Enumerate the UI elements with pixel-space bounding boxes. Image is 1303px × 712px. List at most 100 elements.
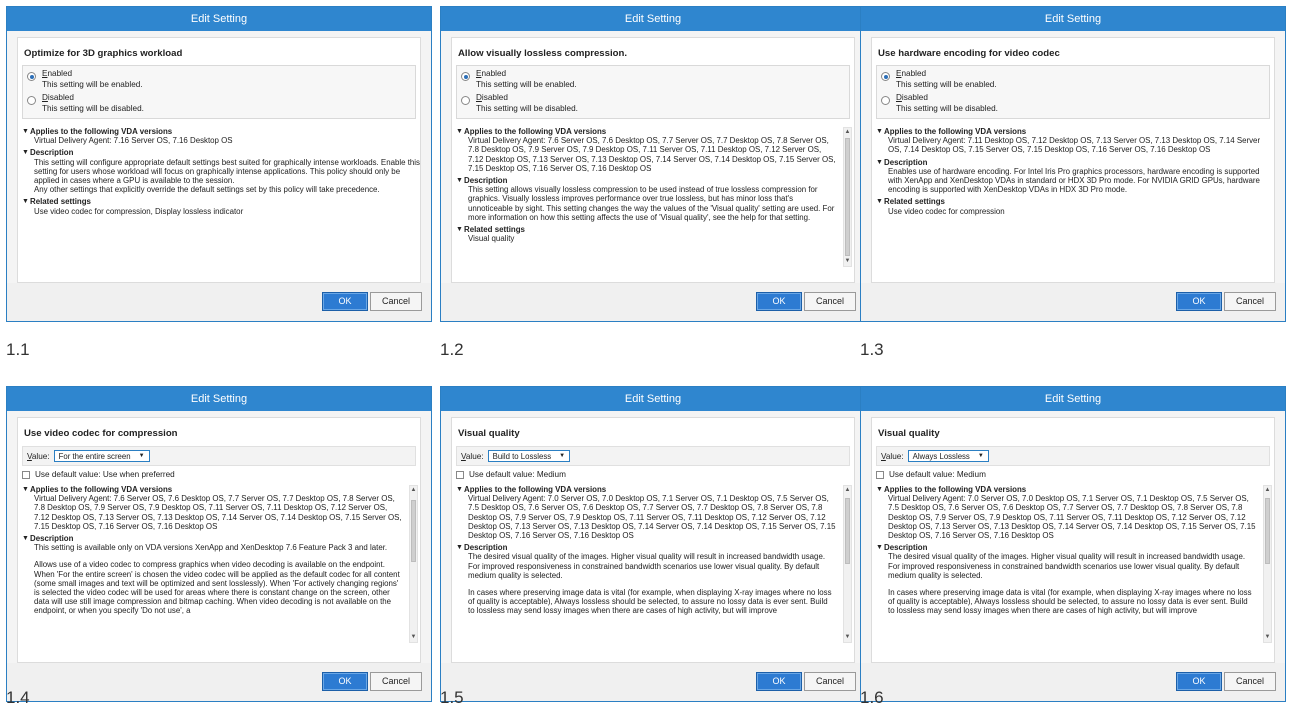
- applies-heading: Applies to the following VDA versions: [30, 127, 173, 136]
- applies-section-toggle[interactable]: ▼ Applies to the following VDA versions: [22, 485, 402, 494]
- enabled-option[interactable]: Enabled This setting will be enabled.: [23, 69, 415, 90]
- scrollbar-thumb[interactable]: [845, 498, 850, 564]
- enabled-label: Enabled: [476, 69, 507, 78]
- value-dropdown[interactable]: Always Lossless ▼: [907, 450, 989, 462]
- radio-unselected-icon[interactable]: [461, 96, 470, 105]
- info-sections: ▼ Applies to the following VDA versions Vi…: [876, 485, 1256, 616]
- collapse-arrow-icon: ▼: [876, 158, 883, 166]
- disabled-option[interactable]: Disabled This setting will be disabled.: [23, 93, 415, 114]
- figure-caption: 1.6: [860, 688, 884, 707]
- vertical-scrollbar[interactable]: ▲ ▼: [843, 127, 852, 267]
- description-section-toggle[interactable]: ▼ Description: [456, 176, 836, 185]
- value-dropdown-text: Always Lossless: [912, 451, 970, 461]
- use-default-row[interactable]: Use default value: Medium: [456, 470, 850, 479]
- cancel-button[interactable]: Cancel: [370, 672, 422, 691]
- scroll-up-arrow-icon[interactable]: ▲: [410, 486, 417, 495]
- scrollbar-thumb[interactable]: [845, 138, 850, 256]
- vertical-scrollbar[interactable]: ▲ ▼: [843, 485, 852, 643]
- description-section-toggle[interactable]: ▼ Description: [876, 158, 1274, 167]
- description-text: This setting will configure appropriate …: [34, 157, 420, 186]
- description-section-toggle[interactable]: ▼ Description: [456, 543, 836, 552]
- applies-heading: Applies to the following VDA versions: [464, 485, 607, 494]
- related-heading: Related settings: [30, 197, 91, 207]
- default-value-checkbox[interactable]: [22, 470, 30, 479]
- enabled-option[interactable]: Enabled This setting will be enabled.: [877, 69, 1269, 90]
- radio-unselected-icon[interactable]: [27, 96, 36, 105]
- setting-title: Visual quality: [458, 428, 520, 439]
- scroll-down-arrow-icon[interactable]: ▼: [410, 633, 417, 642]
- value-label: Value:: [881, 451, 904, 461]
- applies-section-toggle[interactable]: ▼ Applies to the following VDA versions: [456, 127, 836, 136]
- scroll-down-arrow-icon[interactable]: ▼: [844, 257, 851, 266]
- related-text: Visual quality: [468, 234, 515, 244]
- radio-selected-icon[interactable]: [27, 72, 36, 81]
- disabled-description: This setting will be disabled.: [42, 103, 144, 113]
- enabled-label: Enabled: [42, 69, 73, 78]
- cancel-button[interactable]: Cancel: [804, 292, 856, 311]
- applies-section-toggle[interactable]: ▼ Applies to the following VDA versions: [876, 485, 1256, 494]
- dialog-footer: OK Cancel: [7, 283, 431, 321]
- radio-unselected-icon[interactable]: [881, 96, 890, 105]
- use-default-row[interactable]: Use default value: Medium: [876, 470, 1270, 479]
- applies-section-toggle[interactable]: ▼ Applies to the following VDA versions: [876, 127, 1274, 136]
- radio-selected-icon[interactable]: [881, 72, 890, 81]
- default-value-checkbox[interactable]: [456, 470, 464, 479]
- default-value-checkbox[interactable]: [876, 470, 884, 479]
- figure-caption: 1.5: [440, 688, 464, 707]
- related-section-toggle[interactable]: ▼ Related settings: [876, 197, 1274, 206]
- applies-text: Virtual Delivery Agent: 7.6 Server OS, 7…: [468, 136, 836, 173]
- info-sections: ▼ Applies to the following VDA versions Vi…: [456, 485, 836, 616]
- info-scroll-area[interactable]: ▼ Applies to the following VDA versions Vi…: [452, 479, 854, 645]
- info-scroll-area[interactable]: ▼ Applies to the following VDA versions Vi…: [872, 479, 1274, 645]
- figure-caption: 1.1: [6, 340, 30, 359]
- collapse-arrow-icon: ▼: [456, 486, 463, 493]
- scroll-up-arrow-icon[interactable]: ▲: [1264, 486, 1271, 495]
- scrollbar-thumb[interactable]: [1265, 498, 1270, 564]
- related-section-toggle[interactable]: ▼ Related settings: [456, 225, 836, 234]
- disabled-option[interactable]: Disabled This setting will be disabled.: [457, 93, 849, 114]
- use-default-row[interactable]: Use default value: Use when preferred: [22, 470, 416, 479]
- description-text: The desired visual quality of the images…: [888, 552, 1246, 580]
- value-dropdown[interactable]: For the entire screen ▼: [53, 450, 150, 462]
- related-section-toggle[interactable]: ▼ Related settings: [22, 197, 420, 206]
- enabled-option[interactable]: Enabled This setting will be enabled.: [457, 69, 849, 90]
- scroll-down-arrow-icon[interactable]: ▼: [844, 633, 851, 642]
- scrollbar-thumb[interactable]: [411, 500, 416, 562]
- applies-section-toggle[interactable]: ▼ Applies to the following VDA versions: [22, 127, 420, 136]
- ok-button[interactable]: OK: [1176, 672, 1222, 691]
- radio-selected-icon[interactable]: [461, 72, 470, 81]
- scroll-up-arrow-icon[interactable]: ▲: [844, 128, 851, 137]
- cancel-button[interactable]: Cancel: [1224, 292, 1276, 311]
- description-heading: Description: [464, 543, 508, 553]
- ok-button[interactable]: OK: [1176, 292, 1222, 311]
- value-dropdown[interactable]: Build to Lossless ▼: [487, 450, 571, 462]
- chevron-down-icon: ▼: [977, 453, 984, 459]
- cancel-button[interactable]: Cancel: [1224, 672, 1276, 691]
- description-section-toggle[interactable]: ▼ Description: [22, 534, 402, 543]
- ok-button[interactable]: OK: [322, 672, 368, 691]
- collapse-arrow-icon: ▼: [876, 198, 883, 206]
- description-section-toggle[interactable]: ▼ Description: [22, 148, 420, 157]
- applies-section-toggle[interactable]: ▼ Applies to the following VDA versions: [456, 485, 836, 494]
- description-section-toggle[interactable]: ▼ Description: [876, 543, 1256, 552]
- scroll-up-arrow-icon[interactable]: ▲: [844, 486, 851, 495]
- state-options: Enabled This setting will be enabled. Dis…: [22, 65, 416, 119]
- value-label: Value:: [27, 451, 50, 461]
- cancel-button[interactable]: Cancel: [370, 292, 422, 311]
- applies-heading: Applies to the following VDA versions: [464, 127, 607, 136]
- dialog-content: Optimize for 3D graphics workload Enable…: [17, 37, 421, 283]
- ok-button[interactable]: OK: [756, 672, 802, 691]
- collapse-arrow-icon: ▼: [456, 128, 463, 135]
- cancel-button[interactable]: Cancel: [804, 672, 856, 691]
- info-scroll-area[interactable]: ▼ Applies to the following VDA versions Vi…: [18, 479, 420, 645]
- ok-button[interactable]: OK: [756, 292, 802, 311]
- state-options: Enabled This setting will be enabled. Dis…: [456, 65, 850, 119]
- vertical-scrollbar[interactable]: ▲ ▼: [409, 485, 418, 643]
- ok-button[interactable]: OK: [322, 292, 368, 311]
- disabled-option[interactable]: Disabled This setting will be disabled.: [877, 93, 1269, 114]
- info-scroll-area[interactable]: ▼ Applies to the following VDA versions Vi…: [452, 119, 854, 269]
- dialog-title-bar: Edit Setting: [861, 7, 1285, 31]
- vertical-scrollbar[interactable]: ▲ ▼: [1263, 485, 1272, 643]
- figure-caption: 1.4: [6, 688, 30, 707]
- scroll-down-arrow-icon[interactable]: ▼: [1264, 633, 1271, 642]
